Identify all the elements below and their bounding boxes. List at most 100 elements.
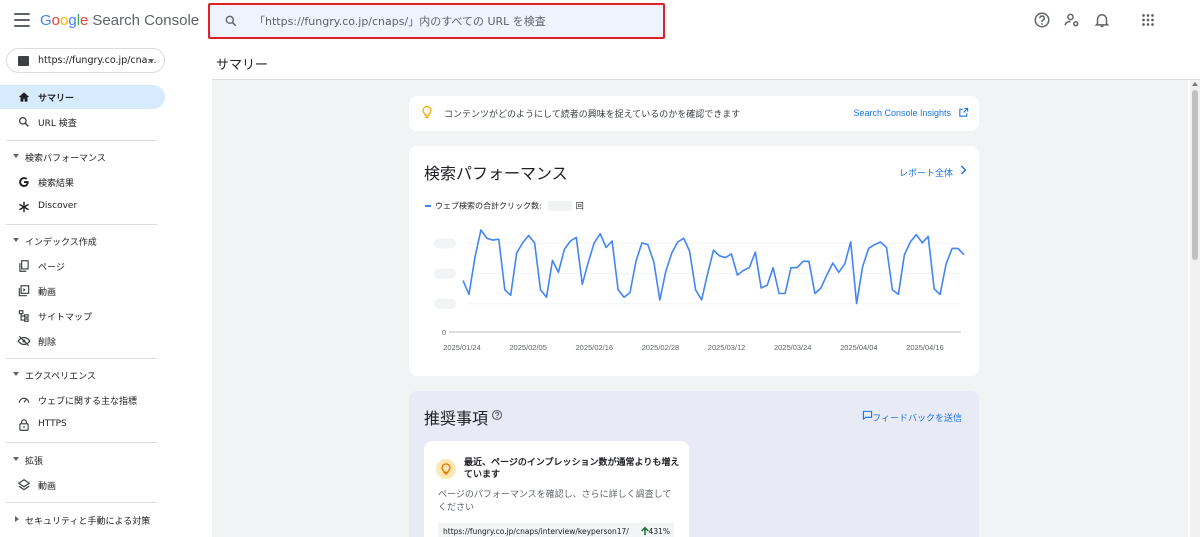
url-inspection-search[interactable] — [208, 3, 665, 39]
insights-banner: コンテンツがどのようにして読者の興味を捉えているのかを確認できます Search… — [409, 96, 979, 131]
recommendation-increase: 431% — [648, 527, 670, 536]
scroll-up-icon[interactable] — [1192, 82, 1198, 86]
sidebar-item-label: ページ — [38, 263, 65, 273]
sidebar-item-label: URL 検査 — [38, 119, 77, 129]
x-tick-label: 2025/03/12 — [708, 343, 746, 352]
help-icon[interactable] — [1033, 11, 1051, 29]
recommendation-description: ページのパフォーマンスを確認し、さらに詳しく調査してください — [438, 490, 672, 513]
property-selector[interactable]: https://fungry.co.jp/cna... — [6, 48, 165, 73]
performance-title: 検索パフォーマンス — [424, 164, 568, 183]
y-tick-label-redacted — [434, 298, 456, 309]
sidebar-item-search-results[interactable]: 検索結果 — [0, 170, 165, 194]
section-indexing[interactable]: インデックス作成 — [0, 231, 165, 251]
sidebar-divider — [6, 442, 157, 443]
menu-icon[interactable] — [14, 13, 30, 27]
sitemap-icon — [18, 310, 29, 322]
clicks-series-line — [462, 229, 965, 305]
apps-grid-icon[interactable] — [1139, 11, 1157, 29]
legend-series-marker — [425, 204, 431, 207]
product-name: Search Console — [92, 12, 200, 29]
page-title: サマリー — [216, 58, 269, 73]
gauge-icon — [18, 397, 30, 404]
notifications-icon[interactable] — [1093, 11, 1111, 29]
home-icon — [18, 92, 30, 102]
x-tick-label: 2025/03/24 — [774, 343, 812, 352]
section-label: 拡張 — [25, 457, 44, 467]
collapse-arrow-icon — [13, 372, 19, 376]
collapse-arrow-icon — [13, 457, 19, 461]
chevron-right-icon[interactable] — [959, 165, 967, 175]
performance-card: 検索パフォーマンス レポート全体 ウェブ検索の合計クリック数: 回 0 2025/0… — [409, 146, 979, 376]
collapse-arrow-icon — [13, 238, 19, 242]
sidebar-item-label: Discover — [38, 201, 78, 211]
top-bar: Google Search Console — [0, 0, 1200, 42]
sidebar-item-url-inspection[interactable]: URL 検査 — [0, 110, 165, 134]
legend-unit: 回 — [575, 201, 584, 211]
google-g-icon — [19, 177, 29, 187]
search-icon — [225, 15, 237, 27]
recommendation-url: https://fungry.co.jp/cnaps/interview/key… — [443, 527, 629, 536]
y-tick-label-redacted — [434, 268, 456, 279]
x-tick-label: 2025/04/16 — [906, 343, 944, 352]
pages-icon — [19, 260, 29, 272]
open-external-icon[interactable] — [958, 107, 969, 118]
insights-text: コンテンツがどのようにして読者の興味を捉えているのかを確認できます — [444, 110, 741, 120]
scrollbar[interactable] — [1190, 80, 1200, 537]
sidebar-item-discover[interactable]: Discover — [0, 195, 165, 219]
lightbulb-icon — [436, 459, 456, 479]
sidebar-item-label: 動画 — [38, 482, 57, 492]
sidebar-item-sitemaps[interactable]: サイトマップ — [0, 304, 165, 328]
sidebar-divider — [6, 224, 157, 225]
sidebar-item-core-web-vitals[interactable]: ウェブに関する主な指標 — [0, 388, 165, 412]
sidebar-item-pages[interactable]: ページ — [0, 254, 165, 278]
property-favicon-icon — [18, 56, 29, 66]
collapse-arrow-icon — [13, 154, 19, 158]
google-logo-text: Google — [40, 12, 89, 29]
sidebar-item-label: 検索結果 — [38, 179, 75, 189]
y-tick-label-redacted — [434, 238, 456, 249]
recommendations-title: 推奨事項 — [424, 409, 489, 428]
section-enhancements[interactable]: 拡張 — [0, 450, 165, 470]
property-url: https://fungry.co.jp/cna... — [38, 55, 157, 66]
search-input[interactable] — [254, 12, 654, 30]
account-settings-icon[interactable] — [1063, 11, 1081, 29]
content-area: コンテンツがどのようにして読者の興味を捉えているのかを確認できます Search… — [212, 80, 1188, 537]
sidebar-item-summary[interactable]: サマリー — [0, 85, 165, 109]
x-tick-label: 2025/04/04 — [840, 343, 878, 352]
sidebar-divider — [6, 358, 157, 359]
sidebar: https://fungry.co.jp/cna... サマリー URL 検査 … — [0, 42, 170, 537]
search-icon — [18, 116, 29, 127]
section-experience[interactable]: エクスペリエンス — [0, 365, 165, 385]
eye-off-icon — [17, 335, 31, 347]
sidebar-item-https[interactable]: HTTPS — [0, 413, 165, 437]
sidebar-item-videos[interactable]: 動画 — [0, 279, 165, 303]
sidebar-item-label: ウェブに関する主な指標 — [38, 397, 138, 407]
logo[interactable]: Google Search Console — [40, 12, 199, 29]
help-icon[interactable] — [491, 409, 503, 421]
sidebar-divider — [6, 140, 157, 141]
y-tick-label: 0 — [442, 328, 446, 337]
send-feedback-link[interactable]: フィードバックを送信 — [872, 411, 962, 424]
legend-label: ウェブ検索の合計クリック数: — [435, 201, 542, 211]
section-search-performance[interactable]: 検索パフォーマンス — [0, 147, 165, 167]
expand-arrow-icon — [15, 516, 19, 522]
full-report-link[interactable]: レポート全体 — [899, 166, 953, 179]
section-label: セキュリティと手動による対策 — [25, 517, 151, 527]
asterisk-icon — [19, 201, 29, 213]
recommendation-item[interactable]: 最近、ページのインプレッション数が通常よりも増えています ページのパフォーマンス… — [424, 441, 689, 537]
insights-link[interactable]: Search Console Insights — [853, 108, 951, 118]
scrollbar-thumb[interactable] — [1192, 90, 1198, 260]
sidebar-item-removals[interactable]: 削除 — [0, 329, 165, 353]
sidebar-item-label: サマリー — [38, 94, 75, 104]
x-tick-label: 2025/02/16 — [576, 343, 614, 352]
recommendation-url-row[interactable]: https://fungry.co.jp/cnaps/interview/key… — [438, 523, 674, 537]
section-security[interactable]: セキュリティと手動による対策 — [0, 510, 165, 530]
sidebar-item-label: 削除 — [38, 338, 57, 348]
recommendations-card: 推奨事項 フィードバックを送信 最近、ページのインプレッション数が通常よりも増え… — [409, 391, 979, 537]
lightbulb-icon — [422, 105, 432, 118]
dropdown-arrow-icon — [148, 59, 154, 63]
clicks-line-chart: 0 2025/01/24 2025/02/05 2025/02/16 2025/02/2… — [434, 229, 965, 352]
sidebar-item-video-enhancement[interactable]: 動画 — [0, 473, 165, 497]
main-area: サマリー コンテンツがどのようにして読者の興味を捉えているのかを確認できます S… — [170, 42, 1200, 537]
sidebar-item-label: 動画 — [38, 288, 57, 298]
